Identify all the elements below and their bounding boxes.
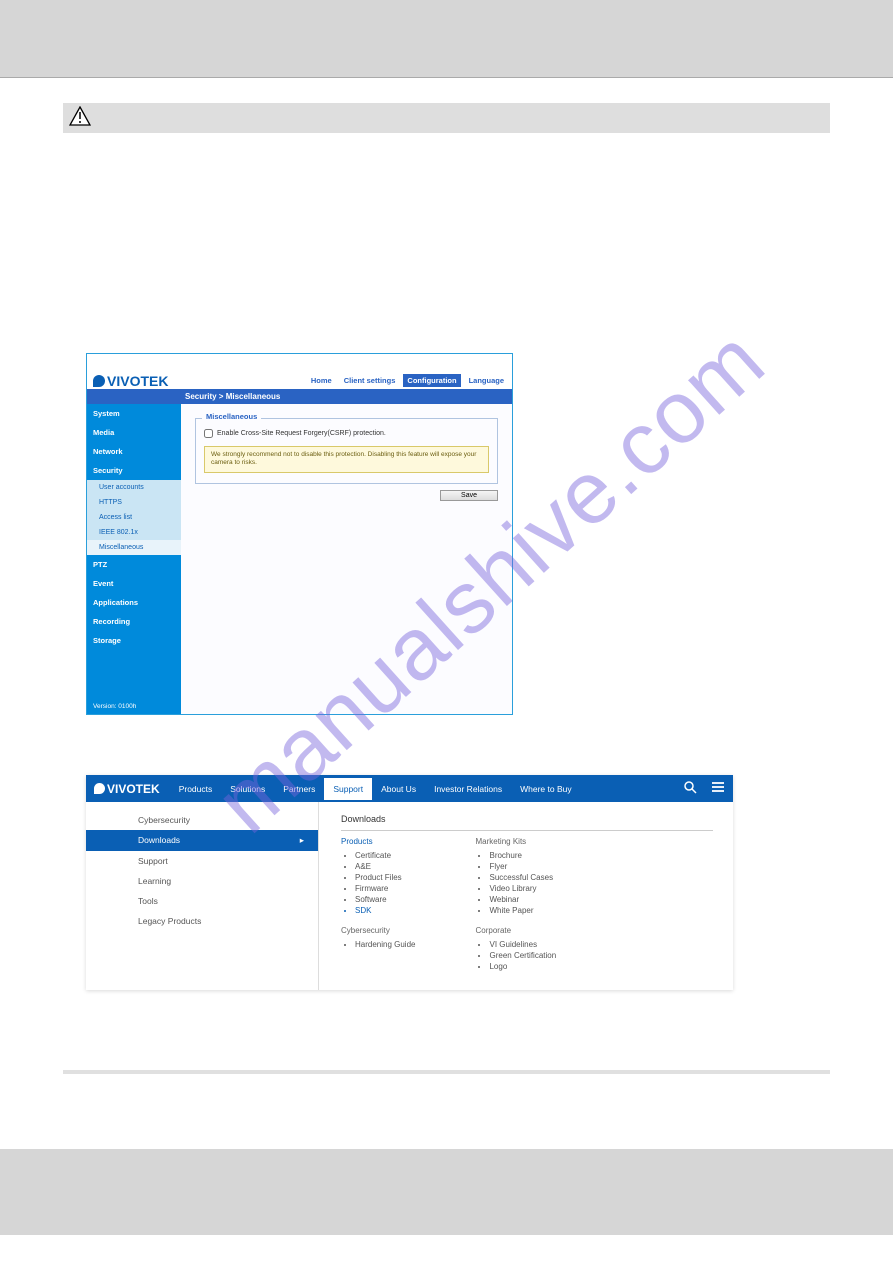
sidebar-item-storage[interactable]: Storage (87, 631, 181, 650)
left-nav-tools[interactable]: Tools (86, 891, 318, 911)
col-heading-corporate: Corporate (475, 926, 556, 935)
link-firmware[interactable]: Firmware (355, 883, 415, 894)
footer-divider (63, 1070, 830, 1074)
site-logo: VIVOTEK (94, 782, 160, 796)
sidebar-item-applications[interactable]: Applications (87, 593, 181, 612)
site-left-nav: Cybersecurity Downloads ▸ Support Learni… (86, 802, 318, 990)
breadcrumb: Security > Miscellaneous (87, 389, 512, 404)
csrf-checkbox-label: Enable Cross-Site Request Forgery(CSRF) … (217, 430, 386, 437)
page-content: VIVOTEK Home Client settings Configurati… (63, 78, 830, 1074)
nav-about[interactable]: About Us (372, 778, 425, 800)
link-sdk[interactable]: SDK (355, 905, 415, 916)
config-panel-screenshot: VIVOTEK Home Client settings Configurati… (86, 353, 513, 715)
link-flyer[interactable]: Flyer (489, 861, 556, 872)
tab-language[interactable]: Language (465, 374, 508, 387)
nav-where-to-buy[interactable]: Where to Buy (511, 778, 581, 800)
search-icon[interactable] (683, 780, 697, 797)
page-footer-band (0, 1149, 893, 1235)
link-certificate[interactable]: Certificate (355, 850, 415, 861)
link-video-library[interactable]: Video Library (489, 883, 556, 894)
link-logo[interactable]: Logo (489, 961, 556, 972)
tab-home[interactable]: Home (307, 374, 336, 387)
chevron-right-icon: ▸ (300, 835, 304, 846)
col-heading-products: Products (341, 837, 415, 846)
link-green-cert[interactable]: Green Certification (489, 950, 556, 961)
link-software[interactable]: Software (355, 894, 415, 905)
left-nav-cybersecurity[interactable]: Cybersecurity (86, 810, 318, 830)
website-panel-screenshot: VIVOTEK Products Solutions Partners Supp… (86, 775, 733, 990)
sidebar-item-media[interactable]: Media (87, 423, 181, 442)
menu-icon[interactable] (711, 780, 725, 797)
sidebar-sub-access-list[interactable]: Access list (87, 510, 181, 525)
save-button[interactable]: Save (440, 490, 498, 501)
sidebar-sub-miscellaneous[interactable]: Miscellaneous (87, 540, 181, 555)
link-product-files[interactable]: Product Files (355, 872, 415, 883)
sidebar-item-ptz[interactable]: PTZ (87, 555, 181, 574)
config-sidebar: System Media Network Security User accou… (87, 404, 181, 714)
vivotek-logo: VIVOTEK (93, 373, 168, 389)
link-brochure[interactable]: Brochure (489, 850, 556, 861)
site-right-content: Downloads Products Certificate A&E Produ… (318, 802, 733, 990)
fieldset-legend: Miscellaneous (202, 412, 261, 421)
sidebar-sub-user-accounts[interactable]: User accounts (87, 480, 181, 495)
left-nav-downloads[interactable]: Downloads ▸ (86, 830, 318, 851)
page-header-band (0, 0, 893, 78)
sidebar-item-system[interactable]: System (87, 404, 181, 423)
sidebar-version: Version: 0100h (87, 699, 181, 714)
sidebar-sub-ieee[interactable]: IEEE 802.1x (87, 525, 181, 540)
config-main-pane: Miscellaneous Enable Cross-Site Request … (181, 404, 512, 714)
link-successful-cases[interactable]: Successful Cases (489, 872, 556, 883)
sidebar-item-event[interactable]: Event (87, 574, 181, 593)
link-hardening-guide[interactable]: Hardening Guide (355, 939, 415, 950)
warning-message: We strongly recommend not to disable thi… (204, 446, 489, 473)
csrf-checkbox[interactable] (204, 429, 213, 438)
tab-client-settings[interactable]: Client settings (340, 374, 400, 387)
col-heading-cybersecurity: Cybersecurity (341, 926, 415, 935)
nav-partners[interactable]: Partners (274, 778, 324, 800)
tab-configuration[interactable]: Configuration (403, 374, 460, 387)
downloads-heading: Downloads (341, 814, 713, 831)
link-white-paper[interactable]: White Paper (489, 905, 556, 916)
note-bar (63, 103, 830, 133)
warning-icon (69, 106, 91, 131)
sidebar-item-security[interactable]: Security (87, 461, 181, 480)
link-vi-guidelines[interactable]: VI Guidelines (489, 939, 556, 950)
nav-products[interactable]: Products (170, 778, 222, 800)
nav-support[interactable]: Support (324, 778, 372, 800)
nav-solutions[interactable]: Solutions (221, 778, 274, 800)
left-nav-legacy[interactable]: Legacy Products (86, 911, 318, 931)
sidebar-sub-https[interactable]: HTTPS (87, 495, 181, 510)
left-nav-support[interactable]: Support (86, 851, 318, 871)
link-webinar[interactable]: Webinar (489, 894, 556, 905)
link-ae[interactable]: A&E (355, 861, 415, 872)
left-nav-learning[interactable]: Learning (86, 871, 318, 891)
nav-investor[interactable]: Investor Relations (425, 778, 511, 800)
top-tabs: Home Client settings Configuration Langu… (307, 374, 508, 389)
sidebar-item-network[interactable]: Network (87, 442, 181, 461)
col-heading-marketing: Marketing Kits (475, 837, 556, 846)
sidebar-item-recording[interactable]: Recording (87, 612, 181, 631)
